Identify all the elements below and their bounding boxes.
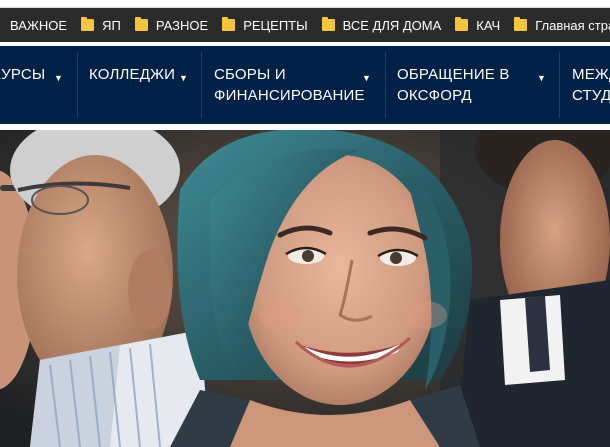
chevron-down-icon: ▼ — [537, 73, 547, 83]
bookmark-vse-dlya-doma[interactable]: ВСЕ ДЛЯ ДОМА — [315, 8, 449, 42]
nav-label-line2: ОКСФОРД — [397, 87, 472, 104]
chevron-down-icon: ▼ — [179, 73, 189, 83]
browser-top-edge — [0, 0, 610, 8]
bookmark-label: ВСЕ ДЛЯ ДОМА — [342, 17, 442, 33]
nav-divider — [385, 52, 386, 118]
folder-icon — [134, 17, 148, 31]
bookmark-kach[interactable]: КАЧ — [448, 8, 507, 42]
nav-label-line2: СТУД — [572, 87, 610, 104]
bookmark-label: КАЧ — [476, 17, 501, 33]
folder-icon — [514, 17, 528, 31]
bookmark-label: РАЗНОЕ — [155, 17, 209, 33]
bookmark-yap[interactable]: ЯП — [74, 8, 128, 42]
main-navigation: КУРСЫ ▼ КОЛЛЕДЖИ ▼ СБОРЫ И ФИНАНСИРОВАНИ… — [0, 46, 610, 124]
folder-icon — [321, 17, 335, 31]
nav-label-line1: ОБРАЩЕНИЕ В — [397, 66, 510, 83]
bookmark-label: Главная страниц — [535, 17, 610, 33]
nav-item-applying[interactable]: ОБРАЩЕНИЕ В ОКСФОРД ▼ — [397, 46, 546, 124]
bookmark-label: ВАЖНОЕ — [10, 17, 68, 33]
nav-item-fees-funding[interactable]: СБОРЫ И ФИНАНСИРОВАНИЕ ▼ — [214, 46, 371, 124]
bookmark-recepty[interactable]: РЕЦЕПТЫ — [215, 8, 314, 42]
folder-icon — [81, 17, 95, 31]
folder-icon — [455, 17, 469, 31]
nav-label: КУРСЫ — [0, 66, 46, 83]
bookmark-label: РЕЦЕПТЫ — [243, 17, 308, 33]
bookmarks-bar: ВАЖНОЕ ЯП РАЗНОЕ РЕЦЕПТЫ ВСЕ ДЛЯ ДОМА КА… — [0, 8, 610, 42]
nav-item-international[interactable]: МЕЖД СТУД — [572, 46, 610, 124]
nav-label-line1: СБОРЫ И — [214, 66, 286, 83]
bookmark-label: ЯП — [102, 17, 121, 33]
hero-image — [0, 130, 610, 447]
bookmark-glavnaya[interactable]: Главная страниц — [507, 8, 610, 42]
nav-item-colleges[interactable]: КОЛЛЕДЖИ ▼ — [89, 46, 188, 124]
bookmark-raznoe[interactable]: РАЗНОЕ — [128, 8, 215, 42]
nav-label: КОЛЛЕДЖИ — [89, 66, 176, 83]
nav-divider — [201, 52, 202, 118]
chevron-down-icon: ▼ — [54, 73, 64, 83]
chevron-down-icon: ▼ — [362, 73, 372, 83]
nav-label-line1: МЕЖД — [572, 66, 610, 83]
bookmark-vazhnoe[interactable]: ВАЖНОЕ — [0, 8, 74, 42]
nav-divider — [559, 52, 560, 118]
nav-divider — [77, 52, 78, 118]
folder-icon — [222, 17, 236, 31]
nav-item-courses[interactable]: КУРСЫ ▼ — [0, 46, 63, 124]
hero-photo-illustration — [0, 130, 610, 447]
nav-label-line2: ФИНАНСИРОВАНИЕ — [214, 87, 365, 104]
